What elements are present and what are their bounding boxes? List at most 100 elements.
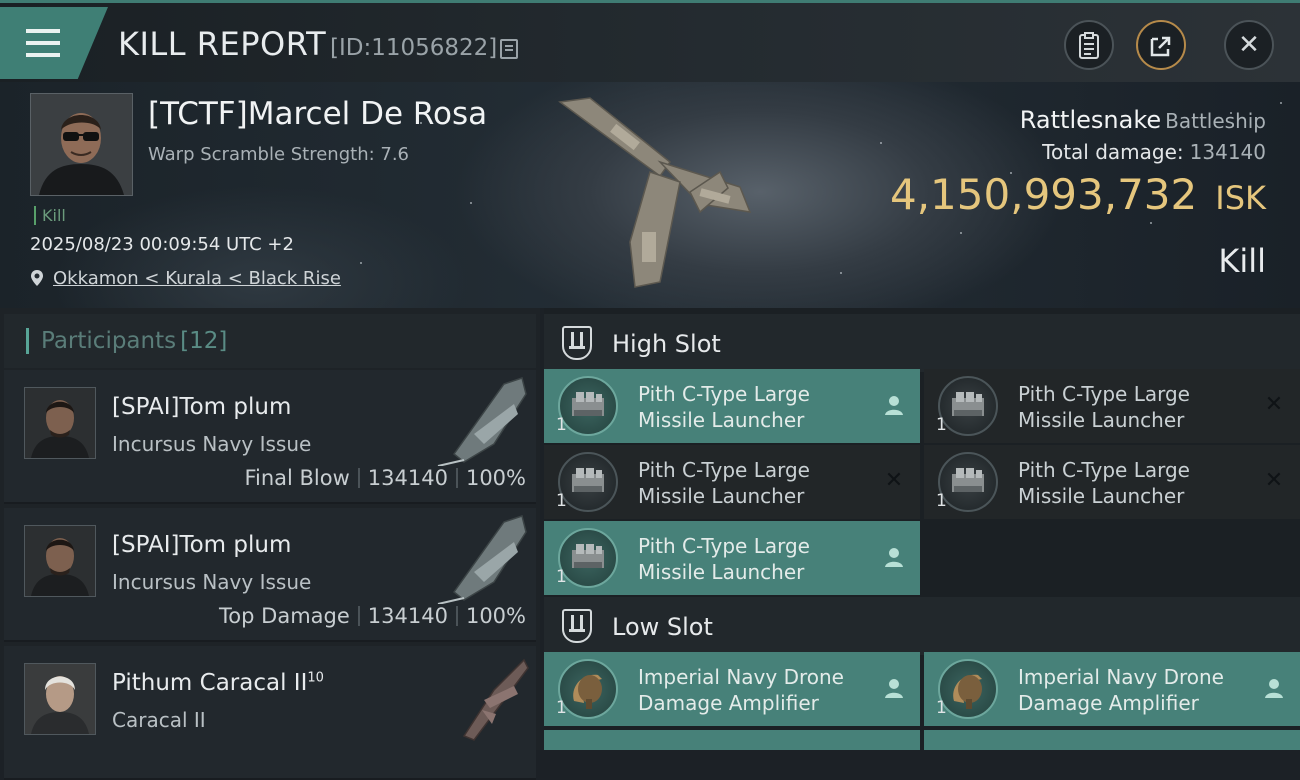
share-icon [1150, 36, 1171, 57]
victim-banner: [TCTF]Marcel De Rosa Warp Scramble Stren… [0, 82, 1300, 308]
participant-ship: Incursus Navy Issue [112, 432, 312, 456]
module-quantity: 1 [556, 491, 567, 511]
ship-info: Rattlesnake Battleship [1020, 106, 1266, 134]
participant-stats: Top Damage 134140 100% [219, 604, 526, 628]
isk-unit: ISK [1215, 179, 1266, 217]
module-quantity: 1 [556, 567, 567, 587]
participants-panel: Participants [12] [SPAI]Tom plum Incursus… [0, 308, 540, 780]
isk-value: 4,150,993,732 ISK [890, 170, 1266, 219]
ship-class: Battleship [1165, 109, 1266, 133]
ship-name[interactable]: Rattlesnake [1020, 106, 1161, 134]
participants-title: Participants [12] [26, 328, 227, 354]
module-quantity: 1 [556, 415, 567, 435]
missile-launcher-icon [558, 452, 618, 512]
participant-ship-render [462, 658, 529, 741]
high-slot-icon [562, 326, 592, 360]
ship-render [558, 97, 752, 288]
missile-launcher-icon [938, 452, 998, 512]
participant-avatar[interactable] [24, 663, 96, 735]
x-icon: ✕ [1264, 392, 1284, 417]
module-name: Imperial Navy Drone Damage Amplifier [1018, 665, 1224, 715]
person-icon [885, 548, 903, 567]
module-item[interactable]: 1 Imperial Navy Drone Damage Amplifier [544, 652, 920, 726]
module-name: Pith C-Type Large Missile Launcher [638, 382, 810, 432]
module-name: Pith C-Type Large Missile Launcher [1018, 458, 1190, 508]
participant-ship: Incursus Navy Issue [112, 570, 312, 594]
module-quantity: 1 [936, 415, 947, 435]
participant-level: 10 [307, 670, 324, 686]
x-icon: ✕ [884, 468, 904, 493]
page-title: KILL REPORT [118, 25, 327, 63]
total-damage-label: Total damage: [1042, 140, 1184, 164]
total-damage-value: 134140 [1189, 140, 1266, 164]
participant-damage: 134140 [367, 604, 448, 628]
module-name: Pith C-Type Large Missile Launcher [638, 458, 810, 508]
clipboard-button[interactable] [1064, 20, 1114, 70]
module-quantity: 1 [556, 698, 567, 718]
module-item[interactable]: 1 Pith C-Type Large Missile Launcher [544, 521, 920, 595]
low-slot-header: Low Slot [544, 597, 1300, 655]
participant-card[interactable]: [SPAI]Tom plum Incursus Navy Issue Final… [4, 370, 536, 504]
participant-percent: 100% [465, 604, 526, 628]
participants-label: Participants [41, 328, 177, 354]
low-slot-icon [562, 609, 592, 643]
participant-ship-render [437, 377, 527, 466]
close-button[interactable]: ✕ [1224, 20, 1274, 70]
participant-avatar[interactable] [24, 387, 96, 459]
isk-amount: 4,150,993,732 [889, 170, 1198, 219]
module-name: Pith C-Type Large Missile Launcher [638, 534, 810, 584]
victim-avatar[interactable] [30, 93, 133, 196]
module-item[interactable]: 1 Pith C-Type Large Missile Launcher ✕ [924, 445, 1300, 519]
share-button[interactable] [1136, 20, 1186, 70]
participant-stats: Final Blow 134140 100% [244, 466, 526, 490]
drone-damage-amplifier-icon [558, 659, 618, 719]
high-slot-header: High Slot [544, 314, 1300, 372]
module-item[interactable]: 1 Imperial Navy Drone Damage Amplifier [924, 652, 1300, 726]
hamburger-icon [26, 29, 60, 57]
report-result: Kill [1218, 242, 1266, 280]
participant-damage: 134140 [367, 466, 448, 490]
missile-launcher-icon [558, 376, 618, 436]
participant-name: [SPAI]Tom plum [112, 532, 292, 558]
person-icon [1265, 679, 1283, 698]
participant-role: Final Blow [244, 466, 350, 490]
participants-count: [12] [180, 328, 228, 354]
module-item[interactable]: 1 Pith C-Type Large Missile Launcher [544, 369, 920, 443]
clipboard-icon [1079, 32, 1099, 59]
participant-ship-render [437, 515, 527, 604]
low-slot-label: Low Slot [612, 613, 713, 641]
participant-percent: 100% [465, 466, 526, 490]
kill-tag: Kill [34, 206, 66, 225]
participant-name: [SPAI]Tom plum [112, 394, 292, 420]
module-item[interactable]: 1 Pith C-Type Large Missile Launcher ✕ [544, 445, 920, 519]
fitting-panel: High Slot 1 Pith C-Type Large Missile La… [544, 308, 1300, 750]
total-damage: Total damage: 134140 [1042, 140, 1266, 164]
kill-datetime: 2025/08/23 00:09:54 UTC +2 [30, 234, 294, 255]
x-icon: ✕ [1264, 468, 1284, 493]
high-slot-label: High Slot [612, 330, 721, 358]
copy-id-icon[interactable] [500, 39, 518, 59]
participant-card[interactable]: [SPAI]Tom plum Incursus Navy Issue Top D… [4, 508, 536, 642]
location-link[interactable]: Okkamon < Kurala < Black Rise [53, 268, 341, 289]
top-bar: KILL REPORT [ID:11056822] ✕ [0, 0, 1300, 82]
module-item[interactable]: 1 Pith C-Type Large Missile Launcher ✕ [924, 369, 1300, 443]
victim-name[interactable]: [TCTF]Marcel De Rosa [148, 96, 487, 132]
module-name: Imperial Navy Drone Damage Amplifier [638, 665, 844, 715]
warp-scramble-strength: Warp Scramble Strength: 7.6 [148, 144, 410, 165]
module-name: Pith C-Type Large Missile Launcher [1018, 382, 1190, 432]
participant-card[interactable]: Pithum Caracal II10 Caracal II [4, 646, 536, 780]
drone-damage-amplifier-icon [938, 659, 998, 719]
person-icon [885, 396, 903, 415]
participant-role: Top Damage [219, 604, 350, 628]
participants-header: Participants [12] [4, 314, 536, 368]
participant-name: Pithum Caracal II10 [112, 670, 324, 696]
participant-avatar[interactable] [24, 525, 96, 597]
participant-ship: Caracal II [112, 708, 206, 732]
menu-button[interactable] [0, 7, 108, 79]
module-quantity: 1 [936, 698, 947, 718]
module-item-partial[interactable] [924, 730, 1300, 750]
module-item-partial[interactable] [544, 730, 920, 750]
report-id: [ID:11056822] [330, 35, 498, 61]
missile-launcher-icon [558, 528, 618, 588]
location-pin-icon [31, 270, 43, 286]
